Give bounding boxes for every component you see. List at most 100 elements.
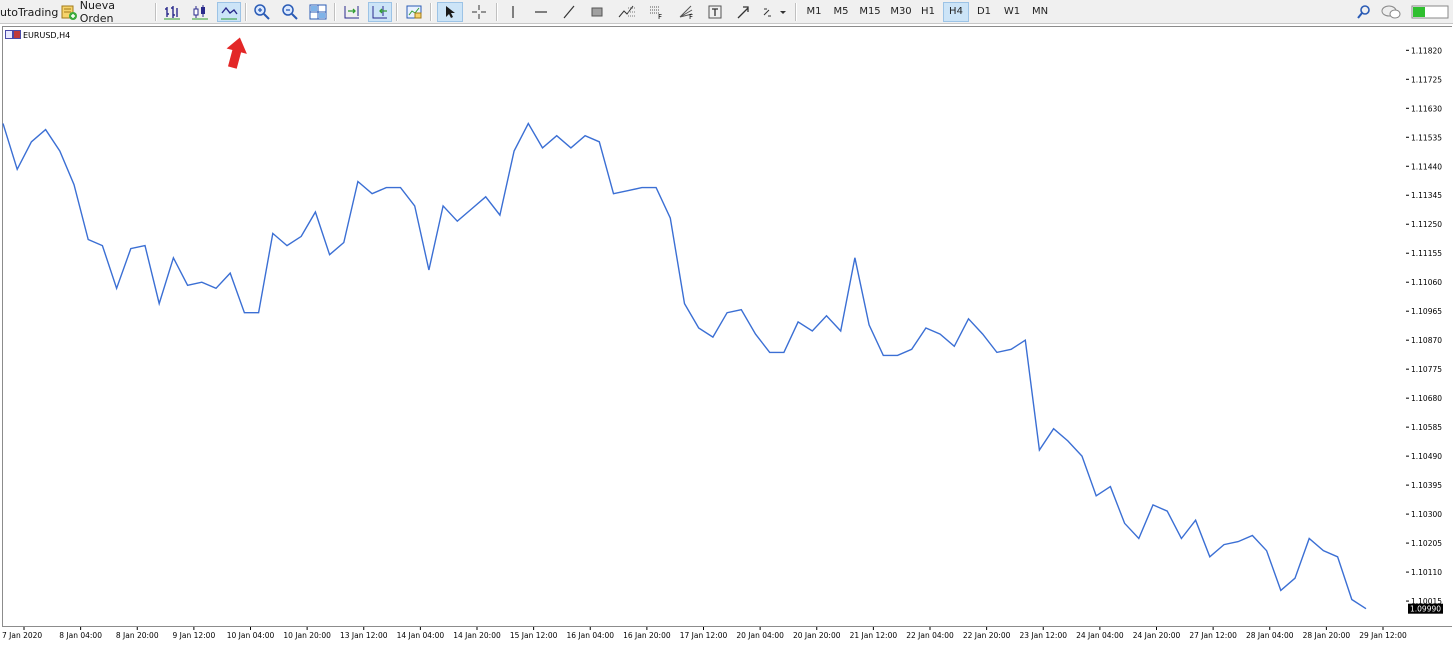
timeframe-h1[interactable]: H1: [917, 2, 939, 22]
timeframe-m15[interactable]: M15: [856, 2, 884, 22]
price-tick-label: 1.10205: [1411, 539, 1442, 548]
time-tick-label: 10 Jan 20:00: [283, 631, 331, 640]
price-tick-label: 1.11440: [1411, 162, 1442, 171]
zoom-in-icon: [254, 4, 270, 20]
cursor-icon: [446, 6, 455, 18]
time-tick-label: 15 Jan 12:00: [510, 631, 558, 640]
text-button[interactable]: [704, 2, 726, 22]
time-tick-label: 14 Jan 20:00: [453, 631, 501, 640]
chart-shift-icon: [344, 6, 359, 19]
zoom-out-button[interactable]: [278, 2, 302, 22]
bar-chart-icon: [164, 6, 180, 20]
crosshair-icon: [472, 5, 486, 19]
fibo-fan-icon: F: [679, 5, 693, 20]
autotrading-button[interactable]: utoTrading: [0, 2, 59, 22]
price-tick-label: 1.11820: [1411, 46, 1442, 55]
templates-button[interactable]: [402, 2, 426, 22]
time-tick-label: 23 Jan 12:00: [1020, 631, 1068, 640]
text-icon: [708, 5, 722, 19]
candlestick-icon: [192, 5, 208, 20]
timeframe-d1[interactable]: D1: [973, 2, 995, 22]
price-tick-label: 1.10395: [1411, 481, 1442, 490]
price-tick-label: 1.11345: [1411, 191, 1442, 200]
zoom-in-button[interactable]: [250, 2, 274, 22]
horizontal-line-icon: [535, 11, 547, 13]
price-tick-label: 1.11725: [1411, 75, 1442, 84]
time-tick-label: 22 Jan 04:00: [906, 631, 954, 640]
auto-scroll-button[interactable]: [368, 2, 392, 22]
timeframe-w1[interactable]: W1: [1000, 2, 1024, 22]
timeframe-m30[interactable]: M30: [887, 2, 915, 22]
cursor-button[interactable]: [437, 2, 463, 22]
arrow-button[interactable]: [732, 2, 754, 22]
time-tick-label: 17 Jan 12:00: [680, 631, 728, 640]
new-order-button[interactable]: Nueva Orden: [61, 0, 151, 25]
vertical-line-button[interactable]: [502, 2, 524, 22]
time-tick-label: 14 Jan 04:00: [397, 631, 445, 640]
time-tick-label: 9 Jan 12:00: [173, 631, 216, 640]
indicators-icon: [763, 8, 786, 17]
price-tick-label: 1.11630: [1411, 104, 1442, 113]
timeframe-m1[interactable]: M1: [802, 2, 826, 22]
line-chart-button[interactable]: [217, 2, 241, 22]
autotrading-label: utoTrading: [0, 5, 59, 19]
price-tick-label: 1.10490: [1411, 452, 1442, 461]
rectangle-button[interactable]: [586, 2, 608, 22]
time-tick-label: 16 Jan 04:00: [567, 631, 615, 640]
tile-windows-icon: [309, 4, 327, 20]
line-chart-icon: [221, 6, 238, 20]
time-tick-label: 28 Jan 20:00: [1303, 631, 1351, 640]
price-tick-label: 1.10300: [1411, 510, 1442, 519]
price-tick-label: 1.10110: [1411, 568, 1442, 577]
price-tick-label: 1.11155: [1411, 249, 1442, 258]
time-tick-label: 27 Jan 12:00: [1189, 631, 1237, 640]
timeframe-m5[interactable]: M5: [829, 2, 853, 22]
current-price-label: 1.09990: [1410, 605, 1441, 614]
timeframe-h4[interactable]: H4: [943, 2, 969, 22]
current-price-marker: 1.09990: [1408, 603, 1443, 614]
auto-scroll-icon: [372, 6, 387, 19]
annotation-arrow: [226, 37, 247, 69]
time-tick-label: 29 Jan 12:00: [1359, 631, 1407, 640]
fibo-levels-button[interactable]: F: [644, 2, 670, 22]
trend-line-button[interactable]: [558, 2, 580, 22]
time-tick-label: 13 Jan 12:00: [340, 631, 388, 640]
search-button[interactable]: [1354, 2, 1374, 22]
fibonacci-icon: [618, 5, 635, 18]
price-tick-label: 1.10870: [1411, 336, 1442, 345]
fibo-fan-button[interactable]: F: [674, 2, 700, 22]
price-tick-label: 1.10965: [1411, 307, 1442, 316]
chat-icon: [1381, 5, 1401, 19]
indicators-dropdown[interactable]: [760, 2, 790, 22]
time-tick-label: 8 Jan 20:00: [116, 631, 159, 640]
crosshair-button[interactable]: [467, 2, 491, 22]
price-tick-label: 1.11060: [1411, 278, 1442, 287]
time-axis: 7 Jan 2020 8 Jan 04:00 8 Jan 20:00 9 Jan 12…: [2, 627, 1407, 640]
bar-chart-button[interactable]: [160, 2, 184, 22]
time-tick-label: 21 Jan 12:00: [850, 631, 898, 640]
price-chart[interactable]: 1.11820 1.11725 1.11630 1.11535 1.11440 1.113…: [0, 24, 1453, 645]
price-tick-label: 1.10585: [1411, 423, 1442, 432]
timeframe-mn[interactable]: MN: [1028, 2, 1052, 22]
chart-shift-button[interactable]: [340, 2, 364, 22]
time-tick-label: 20 Jan 20:00: [793, 631, 841, 640]
price-tick-label: 1.10775: [1411, 365, 1442, 374]
price-axis: 1.11820 1.11725 1.11630 1.11535 1.11440 1.113…: [1406, 46, 1442, 606]
fibo-levels-icon: F: [650, 6, 662, 20]
time-tick-label: 20 Jan 04:00: [736, 631, 784, 640]
price-tick-label: 1.11535: [1411, 133, 1442, 142]
time-tick-label: 10 Jan 04:00: [227, 631, 275, 640]
connection-status-icon: [1411, 5, 1449, 19]
price-line: [2, 122, 1367, 610]
time-tick-label: 24 Jan 04:00: [1076, 631, 1124, 640]
price-tick-label: 1.11250: [1411, 220, 1442, 229]
chat-button[interactable]: [1378, 2, 1404, 22]
search-icon: [1357, 5, 1370, 19]
time-tick-label: 22 Jan 20:00: [963, 631, 1011, 640]
connection-status[interactable]: [1410, 2, 1450, 22]
vertical-line-icon: [512, 6, 514, 18]
fibonacci-button[interactable]: [614, 2, 640, 22]
candlestick-button[interactable]: [188, 2, 212, 22]
tile-windows-button[interactable]: [306, 2, 330, 22]
horizontal-line-button[interactable]: [530, 2, 552, 22]
